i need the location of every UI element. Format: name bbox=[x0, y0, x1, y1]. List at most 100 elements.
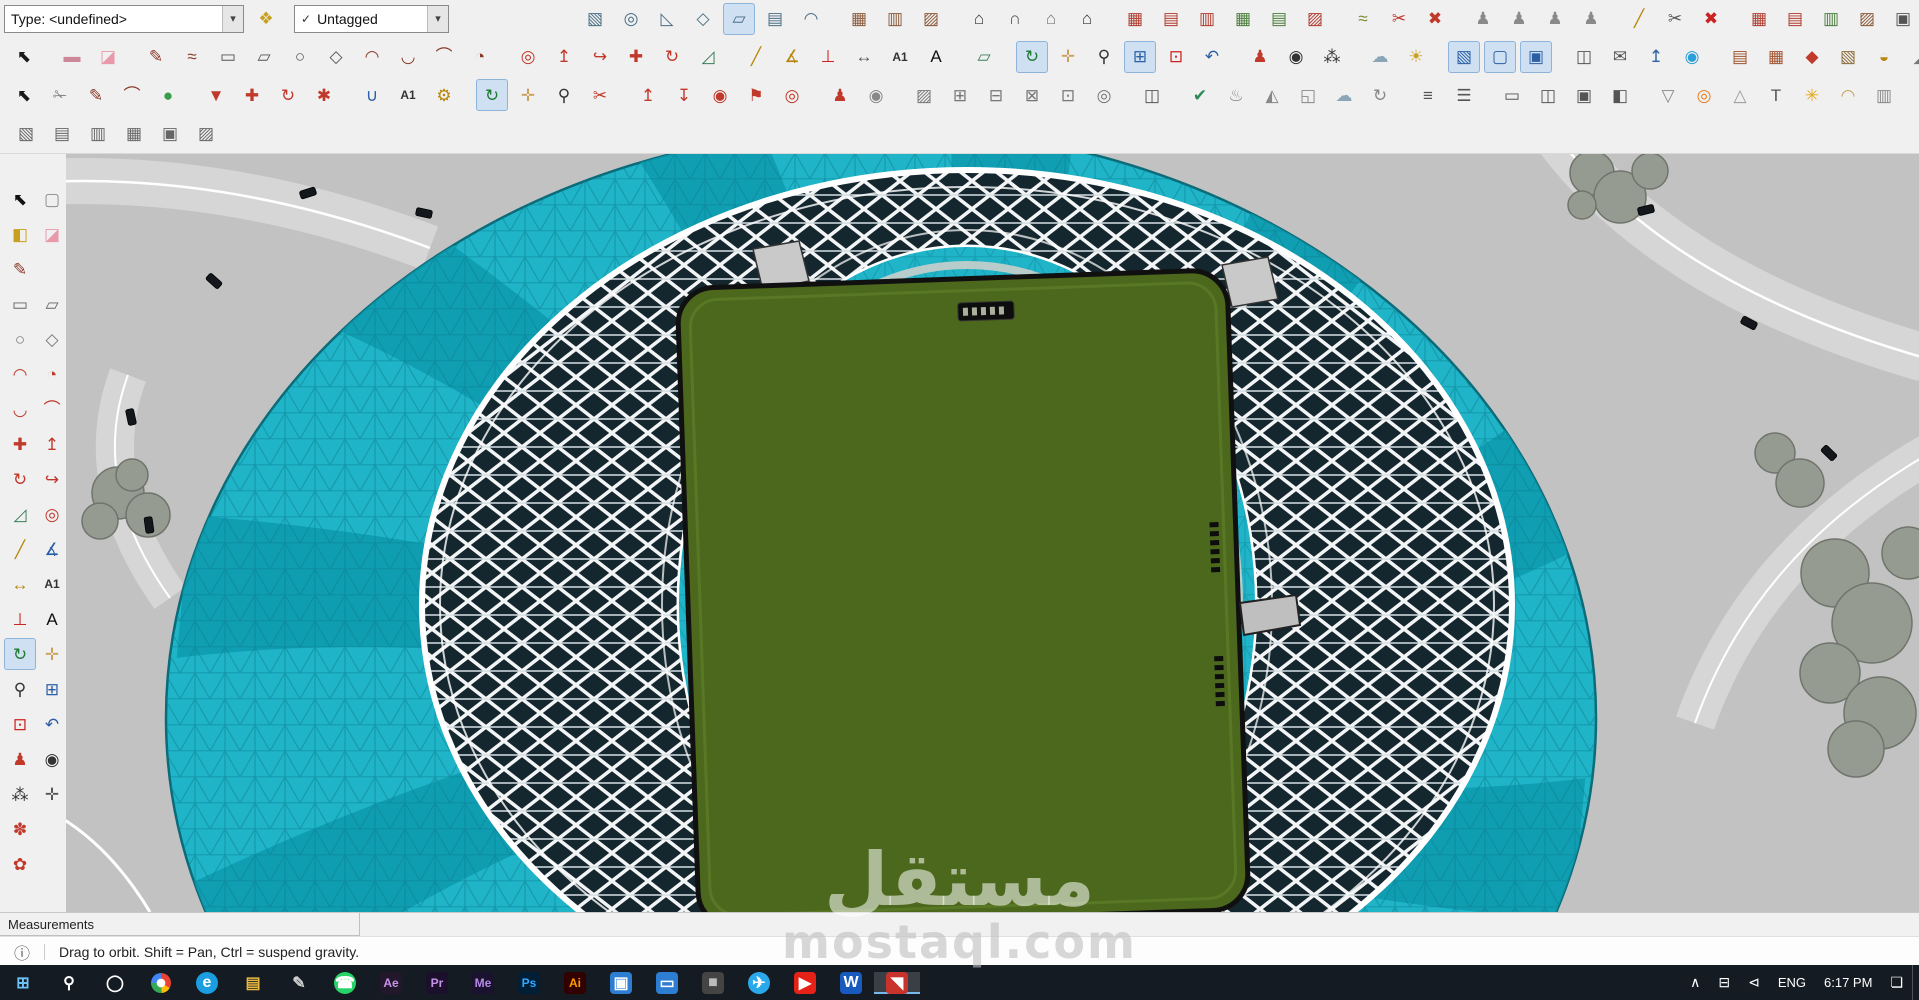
zoom-icon[interactable]: ⚲ bbox=[4, 673, 36, 705]
tag-dropdown[interactable]: ✓ Untagged ▾ bbox=[294, 4, 449, 33]
rotate-icon[interactable]: ↻ bbox=[656, 41, 688, 73]
crop-icon[interactable]: ✂ bbox=[584, 79, 616, 111]
plugin-drop-icon[interactable]: ✿ bbox=[4, 848, 36, 880]
curtain-grid-icon[interactable]: ▥ bbox=[1815, 3, 1847, 35]
text-a1-icon[interactable]: A1 bbox=[392, 79, 424, 111]
threed-text-icon[interactable]: A bbox=[36, 603, 68, 635]
flag-red-icon[interactable]: ⚑ bbox=[740, 79, 772, 111]
copy-icon[interactable]: ◫ bbox=[1136, 79, 1168, 111]
tape-measure-icon[interactable]: ╱ bbox=[740, 41, 772, 73]
walk-icon[interactable]: ⁂ bbox=[4, 778, 36, 810]
prism-3d-icon[interactable]: ◇ bbox=[687, 3, 719, 35]
lock-panel-icon[interactable]: ◧ bbox=[1604, 79, 1636, 111]
slab-3d-icon[interactable]: ▱ bbox=[723, 2, 755, 35]
frame-grid-icon[interactable]: ▣ bbox=[1887, 3, 1919, 35]
scale-icon[interactable]: ◿ bbox=[4, 498, 36, 530]
wedge-3d-icon[interactable]: ◺ bbox=[651, 3, 683, 35]
cone-icon[interactable]: △ bbox=[1724, 79, 1756, 111]
polygon-icon[interactable]: ◇ bbox=[36, 323, 68, 355]
clock[interactable]: 6:17 PM bbox=[1815, 965, 1881, 1000]
knife-icon[interactable]: ✁ bbox=[44, 79, 76, 111]
youtube-icon[interactable]: ▶ bbox=[782, 971, 828, 994]
house-outline-icon[interactable]: ⌂ bbox=[1035, 3, 1067, 35]
component-icon[interactable]: ◫ bbox=[1568, 41, 1600, 73]
spin-icon[interactable]: ↻ bbox=[1364, 79, 1396, 111]
pan-icon[interactable]: ✛ bbox=[36, 638, 68, 670]
dome-3d-icon[interactable]: ◠ bbox=[795, 3, 827, 35]
tray-chevron-icon[interactable]: ∧ bbox=[1681, 965, 1709, 1000]
pencil-plus-icon[interactable]: ✎ bbox=[80, 79, 112, 111]
pinwheel-icon[interactable]: ✱ bbox=[308, 79, 340, 111]
detail-inspector-icon[interactable]: ❖ bbox=[250, 3, 282, 35]
hatch-icon[interactable]: ▨ bbox=[908, 79, 940, 111]
language-indicator[interactable]: ENG bbox=[1769, 965, 1815, 1000]
rotated-rectangle-icon[interactable]: ▱ bbox=[248, 41, 280, 73]
position-camera-icon[interactable]: ♟ bbox=[1244, 41, 1276, 73]
person-red-icon[interactable]: ♟ bbox=[824, 79, 856, 111]
photoshop-icon[interactable]: Ps bbox=[506, 971, 552, 994]
arc-icon[interactable]: ◠ bbox=[356, 41, 388, 73]
magnet-icon[interactable]: ∪ bbox=[356, 79, 388, 111]
back-view-icon[interactable]: ▣ bbox=[154, 118, 186, 150]
tape-measure-icon[interactable]: ╱ bbox=[4, 533, 36, 565]
circle-icon[interactable]: ○ bbox=[284, 41, 316, 73]
navigate-icon[interactable]: ✛ bbox=[36, 778, 68, 810]
box-3d-icon[interactable]: ▧ bbox=[579, 3, 611, 35]
text-icon[interactable]: A1 bbox=[884, 41, 916, 73]
delete-icon[interactable]: ✖ bbox=[1695, 3, 1727, 35]
three-point-arc-icon[interactable]: ⌒ bbox=[428, 41, 460, 73]
select-tool-icon[interactable]: ⬉ bbox=[8, 41, 40, 73]
polygon-icon[interactable]: ◇ bbox=[320, 41, 352, 73]
prism-icon[interactable]: ◭ bbox=[1256, 79, 1288, 111]
zoom-window-icon[interactable]: ⊞ bbox=[1124, 40, 1156, 73]
dark-app-icon[interactable]: ■ bbox=[690, 971, 736, 994]
push-red-icon[interactable]: ↥ bbox=[632, 79, 664, 111]
sun-icon[interactable]: ✳ bbox=[1796, 79, 1828, 111]
follow-me-icon[interactable]: ↪ bbox=[584, 41, 616, 73]
rotate-icon[interactable]: ↻ bbox=[4, 463, 36, 495]
start-icon[interactable]: ⊞ bbox=[0, 972, 46, 994]
pencil-icon[interactable]: ✎ bbox=[140, 41, 172, 73]
model-viewport[interactable] bbox=[0, 153, 1919, 912]
show-desktop-button[interactable] bbox=[1912, 965, 1919, 1000]
edge-icon[interactable]: e bbox=[184, 971, 230, 994]
cloud-icon[interactable]: ☁ bbox=[1328, 79, 1360, 111]
look-around-icon[interactable]: ◉ bbox=[36, 743, 68, 775]
circle-green-icon[interactable]: ● bbox=[152, 79, 184, 111]
teapot-icon[interactable]: ♨ bbox=[1220, 79, 1252, 111]
shed-icon[interactable]: ⌂ bbox=[1071, 3, 1103, 35]
three-point-arc-icon[interactable]: ⌒ bbox=[36, 393, 68, 425]
rotate-red-icon[interactable]: ↻ bbox=[272, 79, 304, 111]
red-gem-icon[interactable]: ◆ bbox=[1796, 41, 1828, 73]
stack-3d-icon[interactable]: ▤ bbox=[759, 3, 791, 35]
funnel-icon[interactable]: ▽ bbox=[1652, 79, 1684, 111]
share-icon[interactable]: ↥ bbox=[1640, 41, 1672, 73]
red-scissors-icon[interactable]: ✂ bbox=[1383, 3, 1415, 35]
align-icon[interactable]: ≡ bbox=[1412, 79, 1444, 111]
illustrator-icon[interactable]: Ai bbox=[552, 971, 598, 994]
curve-tool-icon[interactable]: ≈ bbox=[1347, 3, 1379, 35]
volume-icon[interactable]: ⊲ bbox=[1739, 965, 1769, 1000]
offset-icon[interactable]: ◎ bbox=[36, 498, 68, 530]
info-icon[interactable]: ⓘ bbox=[14, 940, 30, 964]
chevron-down-icon[interactable]: ▾ bbox=[222, 5, 243, 32]
panel-tool-icon[interactable]: ▥ bbox=[1868, 79, 1900, 111]
premiere-icon[interactable]: Pr bbox=[414, 971, 460, 994]
shell-icon[interactable]: ◎ bbox=[1088, 79, 1120, 111]
look-around-icon[interactable]: ◉ bbox=[1280, 41, 1312, 73]
dimension-icon[interactable]: ↔ bbox=[4, 568, 36, 600]
action-center-icon[interactable]: ❏ bbox=[1881, 965, 1912, 1000]
shaded-style-icon[interactable]: ▣ bbox=[1520, 40, 1552, 73]
blue-app-icon[interactable]: ▣ bbox=[598, 971, 644, 994]
red-grid-icon-3[interactable]: ▥ bbox=[1191, 3, 1223, 35]
media-encoder-icon[interactable]: Me bbox=[460, 971, 506, 994]
move-icon[interactable]: ✚ bbox=[4, 428, 36, 460]
cross-red-icon[interactable]: ✚ bbox=[236, 79, 268, 111]
move-icon[interactable]: ✚ bbox=[620, 41, 652, 73]
donut-icon[interactable]: ◎ bbox=[1688, 79, 1720, 111]
search-icon[interactable]: ⚲ bbox=[46, 972, 92, 994]
union-icon[interactable]: ⊡ bbox=[1052, 79, 1084, 111]
arc-icon[interactable]: ◠ bbox=[4, 358, 36, 390]
orbit-icon[interactable]: ↻ bbox=[1016, 40, 1048, 73]
cortana-icon[interactable]: ◯ bbox=[92, 972, 138, 994]
